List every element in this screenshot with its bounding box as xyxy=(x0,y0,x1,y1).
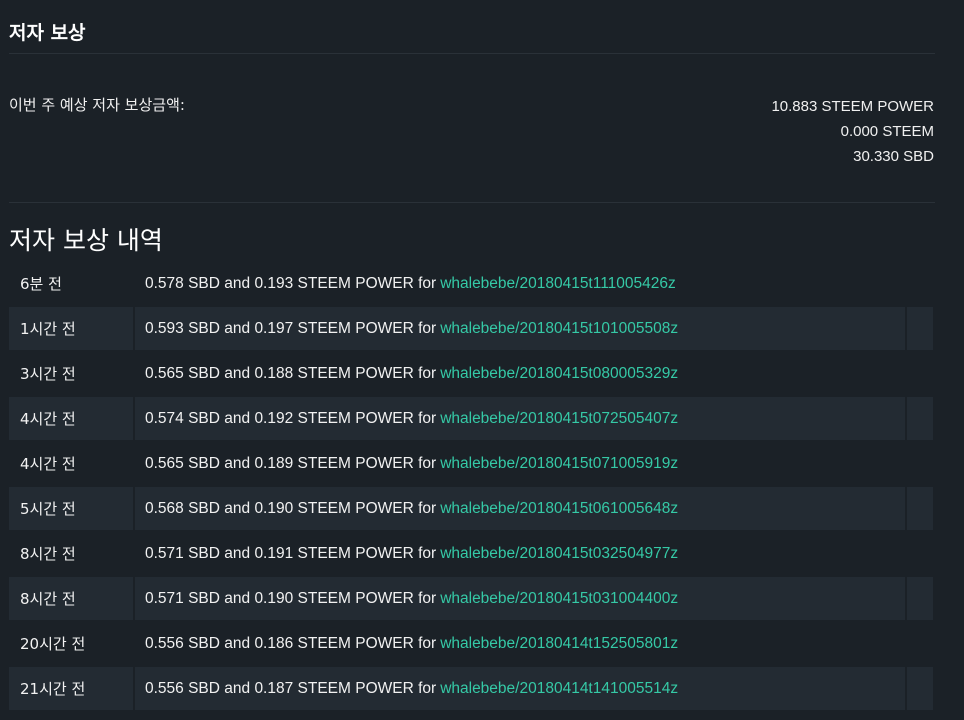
reward-description-cell: 0.565 SBD and 0.188 STEEM POWER for whale… xyxy=(135,352,905,395)
reward-description-cell: 0.574 SBD and 0.192 STEEM POWER for whale… xyxy=(135,397,905,440)
post-link[interactable]: whalebebe/20180415t111005426z xyxy=(440,275,676,293)
row-end-cell xyxy=(907,622,933,665)
post-link[interactable]: whalebebe/20180414t152505801z xyxy=(440,635,678,653)
history-title: 저자 보상 내역 xyxy=(9,226,163,255)
table-row: 4시간 전 0.565 SBD and 0.189 STEEM POWER for… xyxy=(9,442,933,485)
reward-description-cell: 0.556 SBD and 0.186 STEEM POWER for whale… xyxy=(135,622,905,665)
reward-time: 21시간 전 xyxy=(9,667,133,710)
table-row: 20시간 전 0.556 SBD and 0.186 STEEM POWER fo… xyxy=(9,622,933,665)
reward-time: 3시간 전 xyxy=(20,365,76,383)
reward-description-cell: 0.571 SBD and 0.190 STEEM POWER for whale… xyxy=(135,577,905,620)
reward-amount: 0.556 SBD and 0.186 STEEM POWER for xyxy=(145,634,437,652)
row-end-cell xyxy=(907,532,933,575)
reward-history-table: 6분 전 0.578 SBD and 0.193 STEEM POWER for w… xyxy=(9,262,933,712)
reward-time: 6분 전 xyxy=(20,275,62,293)
section-title: 저자 보상 xyxy=(9,22,86,44)
reward-description-cell: 0.565 SBD and 0.189 STEEM POWER for whale… xyxy=(135,442,905,485)
reward-description-cell: 0.568 SBD and 0.190 STEEM POWER for whale… xyxy=(135,487,905,530)
reward-amount: 0.556 SBD and 0.187 STEEM POWER for xyxy=(145,679,437,697)
estimate-steem-power: 10.883 STEEM POWER xyxy=(771,98,934,115)
reward-amount: 0.571 SBD and 0.191 STEEM POWER for xyxy=(145,544,437,562)
post-link[interactable]: whalebebe/20180415t072505407z xyxy=(440,410,678,428)
reward-time: 8시간 전 xyxy=(9,577,133,620)
row-end-cell xyxy=(907,667,933,710)
reward-description-cell: 0.556 SBD and 0.187 STEEM POWER for whale… xyxy=(135,667,905,710)
reward-amount: 0.578 SBD and 0.193 STEEM POWER for xyxy=(145,274,437,292)
row-end-cell xyxy=(907,352,933,395)
reward-description-cell: 0.571 SBD and 0.191 STEEM POWER for whale… xyxy=(135,532,905,575)
row-end-cell xyxy=(907,307,933,350)
reward-amount: 0.593 SBD and 0.197 STEEM POWER for xyxy=(145,319,437,337)
reward-time: 4시간 전 xyxy=(20,455,76,473)
row-end-cell xyxy=(907,262,933,305)
table-row: 3시간 전 0.565 SBD and 0.188 STEEM POWER for… xyxy=(9,352,933,395)
row-end-cell xyxy=(907,487,933,530)
estimate-sbd: 30.330 SBD xyxy=(853,148,934,165)
post-link[interactable]: whalebebe/20180414t141005514z xyxy=(440,680,678,698)
estimate-values: 10.883 STEEM POWER 0.000 STEEM 30.330 SB… xyxy=(771,94,934,169)
post-link[interactable]: whalebebe/20180415t071005919z xyxy=(440,455,678,473)
table-row: 6분 전 0.578 SBD and 0.193 STEEM POWER for w… xyxy=(9,262,933,305)
reward-amount: 0.574 SBD and 0.192 STEEM POWER for xyxy=(145,409,437,427)
reward-amount: 0.565 SBD and 0.188 STEEM POWER for xyxy=(145,364,437,382)
table-row: 4시간 전 0.574 SBD and 0.192 STEEM POWER for… xyxy=(9,397,933,440)
table-row: 21시간 전 0.556 SBD and 0.187 STEEM POWER fo… xyxy=(9,667,933,710)
divider xyxy=(9,53,935,54)
reward-time: 4시간 전 xyxy=(9,397,133,440)
divider xyxy=(9,202,935,203)
reward-time: 1시간 전 xyxy=(9,307,133,350)
estimate-label: 이번 주 예상 저자 보상금액: xyxy=(9,96,185,114)
row-end-cell xyxy=(907,397,933,440)
post-link[interactable]: whalebebe/20180415t061005648z xyxy=(440,500,678,518)
table-row: 8시간 전 0.571 SBD and 0.191 STEEM POWER for… xyxy=(9,532,933,575)
table-row: 1시간 전 0.593 SBD and 0.197 STEEM POWER for… xyxy=(9,307,933,350)
row-end-cell xyxy=(907,577,933,620)
post-link[interactable]: whalebebe/20180415t032504977z xyxy=(440,545,678,563)
table-row: 8시간 전 0.571 SBD and 0.190 STEEM POWER for… xyxy=(9,577,933,620)
reward-description-cell: 0.593 SBD and 0.197 STEEM POWER for whale… xyxy=(135,307,905,350)
reward-description-cell: 0.578 SBD and 0.193 STEEM POWER for whale… xyxy=(135,262,905,305)
post-link[interactable]: whalebebe/20180415t101005508z xyxy=(440,320,678,338)
row-end-cell xyxy=(907,442,933,485)
reward-time: 8시간 전 xyxy=(20,545,76,563)
reward-time: 20시간 전 xyxy=(20,635,86,653)
estimate-steem: 0.000 STEEM xyxy=(840,123,934,140)
reward-amount: 0.565 SBD and 0.189 STEEM POWER for xyxy=(145,454,437,472)
table-row: 5시간 전 0.568 SBD and 0.190 STEEM POWER for… xyxy=(9,487,933,530)
reward-time: 5시간 전 xyxy=(9,487,133,530)
reward-amount: 0.568 SBD and 0.190 STEEM POWER for xyxy=(145,499,437,517)
post-link[interactable]: whalebebe/20180415t080005329z xyxy=(440,365,678,383)
reward-amount: 0.571 SBD and 0.190 STEEM POWER for xyxy=(145,589,437,607)
post-link[interactable]: whalebebe/20180415t031004400z xyxy=(440,590,678,608)
